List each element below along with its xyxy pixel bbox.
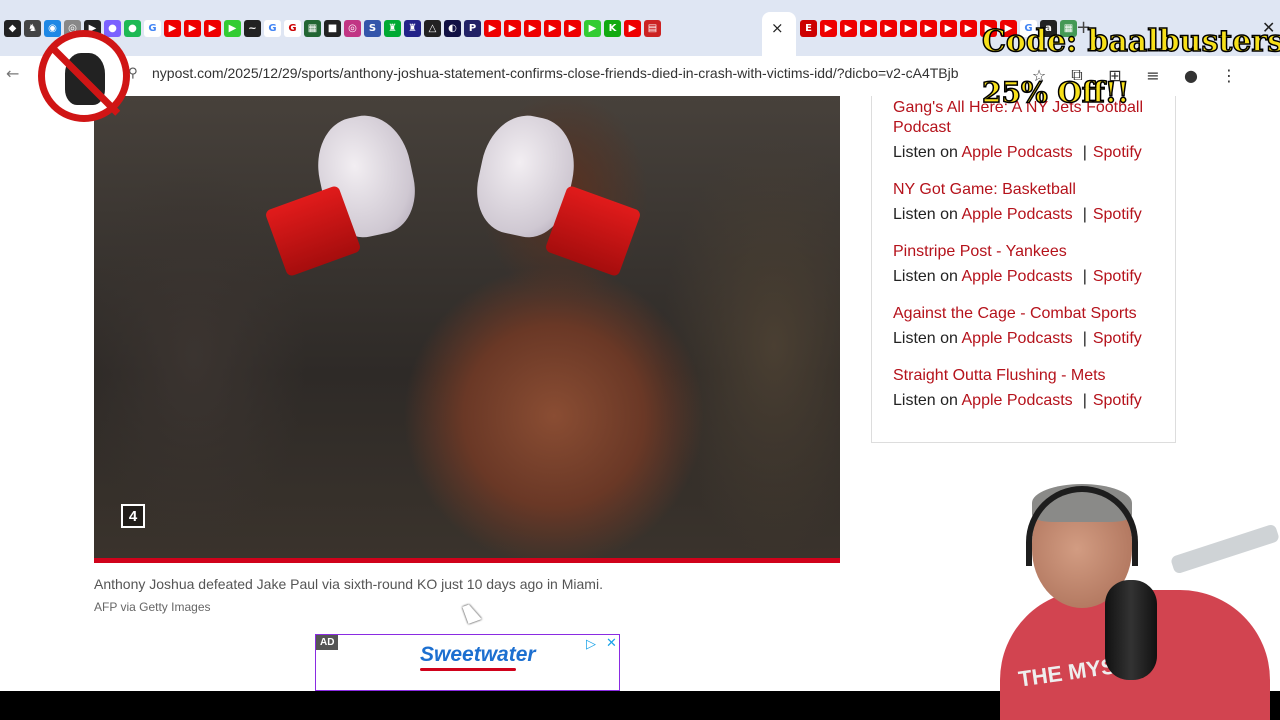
spotify-link[interactable]: Spotify xyxy=(1093,392,1142,409)
podcast-item: Pinstripe Post - Yankees Listen on Apple… xyxy=(893,242,1142,286)
tab-icon[interactable]: ▦ xyxy=(304,20,321,37)
youtube-tab-icon[interactable]: ▶ xyxy=(504,20,521,37)
menu-icon[interactable]: ⋮ xyxy=(1216,62,1242,88)
podcast-item: NY Got Game: Basketball Listen on Apple … xyxy=(893,180,1142,224)
podcast-item: Against the Cage - Combat Sports Listen … xyxy=(893,304,1142,348)
listen-label: Listen on xyxy=(893,392,958,409)
ad-close-icon[interactable]: ✕ xyxy=(606,636,617,651)
youtube-tab-icon[interactable]: ▶ xyxy=(840,20,857,37)
ad-label: AD xyxy=(316,635,339,650)
address-bar[interactable]: nypost.com/2025/12/29/sports/anthony-jos… xyxy=(152,65,959,81)
podcast-title[interactable]: Pinstripe Post - Yankees xyxy=(893,242,1142,262)
youtube-tab-icon[interactable]: ▶ xyxy=(524,20,541,37)
tab-icon[interactable]: ▶ xyxy=(224,20,241,37)
tab-icon[interactable]: K xyxy=(604,20,621,37)
podcast-title[interactable]: NY Got Game: Basketball xyxy=(893,180,1142,200)
tab-icon[interactable]: P xyxy=(464,20,481,37)
podcast-listen-row: Listen on Apple Podcasts | Spotify xyxy=(893,268,1142,286)
promo-code-overlay: Code: baalbusters xyxy=(981,23,1280,60)
separator: | xyxy=(1082,330,1087,347)
ad-brand[interactable]: Sweetwater xyxy=(420,643,536,667)
close-icon[interactable]: × xyxy=(771,19,784,37)
ad-banner[interactable]: AD Sweetwater ▷ ✕ xyxy=(315,634,620,691)
tab-icon[interactable]: ◉ xyxy=(44,20,61,37)
tab-icon[interactable]: ♞ xyxy=(24,20,41,37)
youtube-tab-icon[interactable]: ▶ xyxy=(624,20,641,37)
tab-icon[interactable]: ♜ xyxy=(384,20,401,37)
tab-icon[interactable]: ♜ xyxy=(404,20,421,37)
podcast-listen-row: Listen on Apple Podcasts | Spotify xyxy=(893,144,1163,162)
promo-discount-overlay: 25% Off!! xyxy=(981,75,1130,110)
youtube-tab-icon[interactable]: ▶ xyxy=(184,20,201,37)
separator: | xyxy=(1082,206,1087,223)
spotify-link[interactable]: Spotify xyxy=(1093,268,1142,285)
listen-label: Listen on xyxy=(893,206,958,223)
tab-icon[interactable]: ▤ xyxy=(644,20,661,37)
photo-caption: Anthony Joshua defeated Jake Paul via si… xyxy=(94,576,603,592)
apple-podcasts-link[interactable]: Apple Podcasts xyxy=(962,206,1073,223)
apple-podcasts-link[interactable]: Apple Podcasts xyxy=(962,392,1073,409)
apple-podcasts-link[interactable]: Apple Podcasts xyxy=(962,144,1073,161)
spotify-link[interactable]: Spotify xyxy=(1093,330,1142,347)
podcast-listen-row: Listen on Apple Podcasts | Spotify xyxy=(893,206,1142,224)
profile-icon[interactable]: ● xyxy=(1178,62,1204,88)
article-photo[interactable]: 4 xyxy=(94,96,840,558)
tab-icon[interactable]: G xyxy=(144,20,161,37)
youtube-tab-icon[interactable]: ▶ xyxy=(164,20,181,37)
webcam-overlay: THE MYSTE xyxy=(880,480,1280,720)
tab-icon[interactable]: ● xyxy=(124,20,141,37)
youtube-tab-icon[interactable]: ▶ xyxy=(820,20,837,37)
listen-label: Listen on xyxy=(893,268,958,285)
youtube-tab-icon[interactable]: ▶ xyxy=(860,20,877,37)
separator: | xyxy=(1082,392,1087,409)
espn-tab-icon[interactable]: E xyxy=(800,20,817,37)
listen-label: Listen on xyxy=(893,330,958,347)
photo-credit: AFP via Getty Images xyxy=(94,600,211,614)
tab-icon[interactable]: ◐ xyxy=(444,20,461,37)
instagram-tab-icon[interactable]: ◎ xyxy=(344,20,361,37)
tab-icon[interactable]: △ xyxy=(424,20,441,37)
youtube-tab-icon[interactable]: ▶ xyxy=(940,20,957,37)
tab-icon[interactable]: ▶ xyxy=(584,20,601,37)
mic-arm xyxy=(1169,523,1280,575)
media-control-icon[interactable]: ≡ xyxy=(1140,62,1166,88)
youtube-tab-icon[interactable]: ▶ xyxy=(920,20,937,37)
ad-brand-swoosh xyxy=(420,668,516,671)
podcast-title[interactable]: Against the Cage - Combat Sports xyxy=(893,304,1142,324)
microphone-icon xyxy=(1105,580,1157,680)
tab-icon[interactable]: ◆ xyxy=(4,20,21,37)
separator: | xyxy=(1082,268,1087,285)
youtube-tab-icon[interactable]: ▶ xyxy=(544,20,561,37)
separator: | xyxy=(1082,144,1087,161)
youtube-tab-icon[interactable]: ▶ xyxy=(204,20,221,37)
youtube-tab-icon[interactable]: ▶ xyxy=(484,20,501,37)
tab-icon[interactable]: S xyxy=(364,20,381,37)
listen-label: Listen on xyxy=(893,144,958,161)
spotify-link[interactable]: Spotify xyxy=(1093,206,1142,223)
channel-logo xyxy=(38,30,130,122)
adchoices-icon[interactable]: ▷ xyxy=(586,637,596,652)
tab-icon[interactable]: ● xyxy=(104,20,121,37)
spotify-link[interactable]: Spotify xyxy=(1093,144,1142,161)
podcast-listen-row: Listen on Apple Podcasts | Spotify xyxy=(893,392,1142,410)
podcast-title[interactable]: Straight Outta Flushing - Mets xyxy=(893,366,1142,386)
youtube-tab-icon[interactable]: ▶ xyxy=(900,20,917,37)
podcast-item: Straight Outta Flushing - Mets Listen on… xyxy=(893,366,1142,410)
apple-podcasts-link[interactable]: Apple Podcasts xyxy=(962,330,1073,347)
tab-icon[interactable]: ~ xyxy=(244,20,261,37)
youtube-tab-icon[interactable]: ▶ xyxy=(960,20,977,37)
photo-count-badge[interactable]: 4 xyxy=(121,504,145,528)
tab-icon[interactable]: G xyxy=(284,20,301,37)
podcast-sidebar: Gang's All Here: A NY Jets Football Podc… xyxy=(871,96,1176,443)
youtube-tab-icon[interactable]: ▶ xyxy=(880,20,897,37)
youtube-tab-icon[interactable]: ▶ xyxy=(564,20,581,37)
tab-icon[interactable]: G xyxy=(264,20,281,37)
apple-podcasts-link[interactable]: Apple Podcasts xyxy=(962,268,1073,285)
back-button[interactable]: ← xyxy=(6,64,19,83)
tab-icon[interactable]: ■ xyxy=(324,20,341,37)
photo-divider xyxy=(94,558,840,563)
podcast-listen-row: Listen on Apple Podcasts | Spotify xyxy=(893,330,1142,348)
